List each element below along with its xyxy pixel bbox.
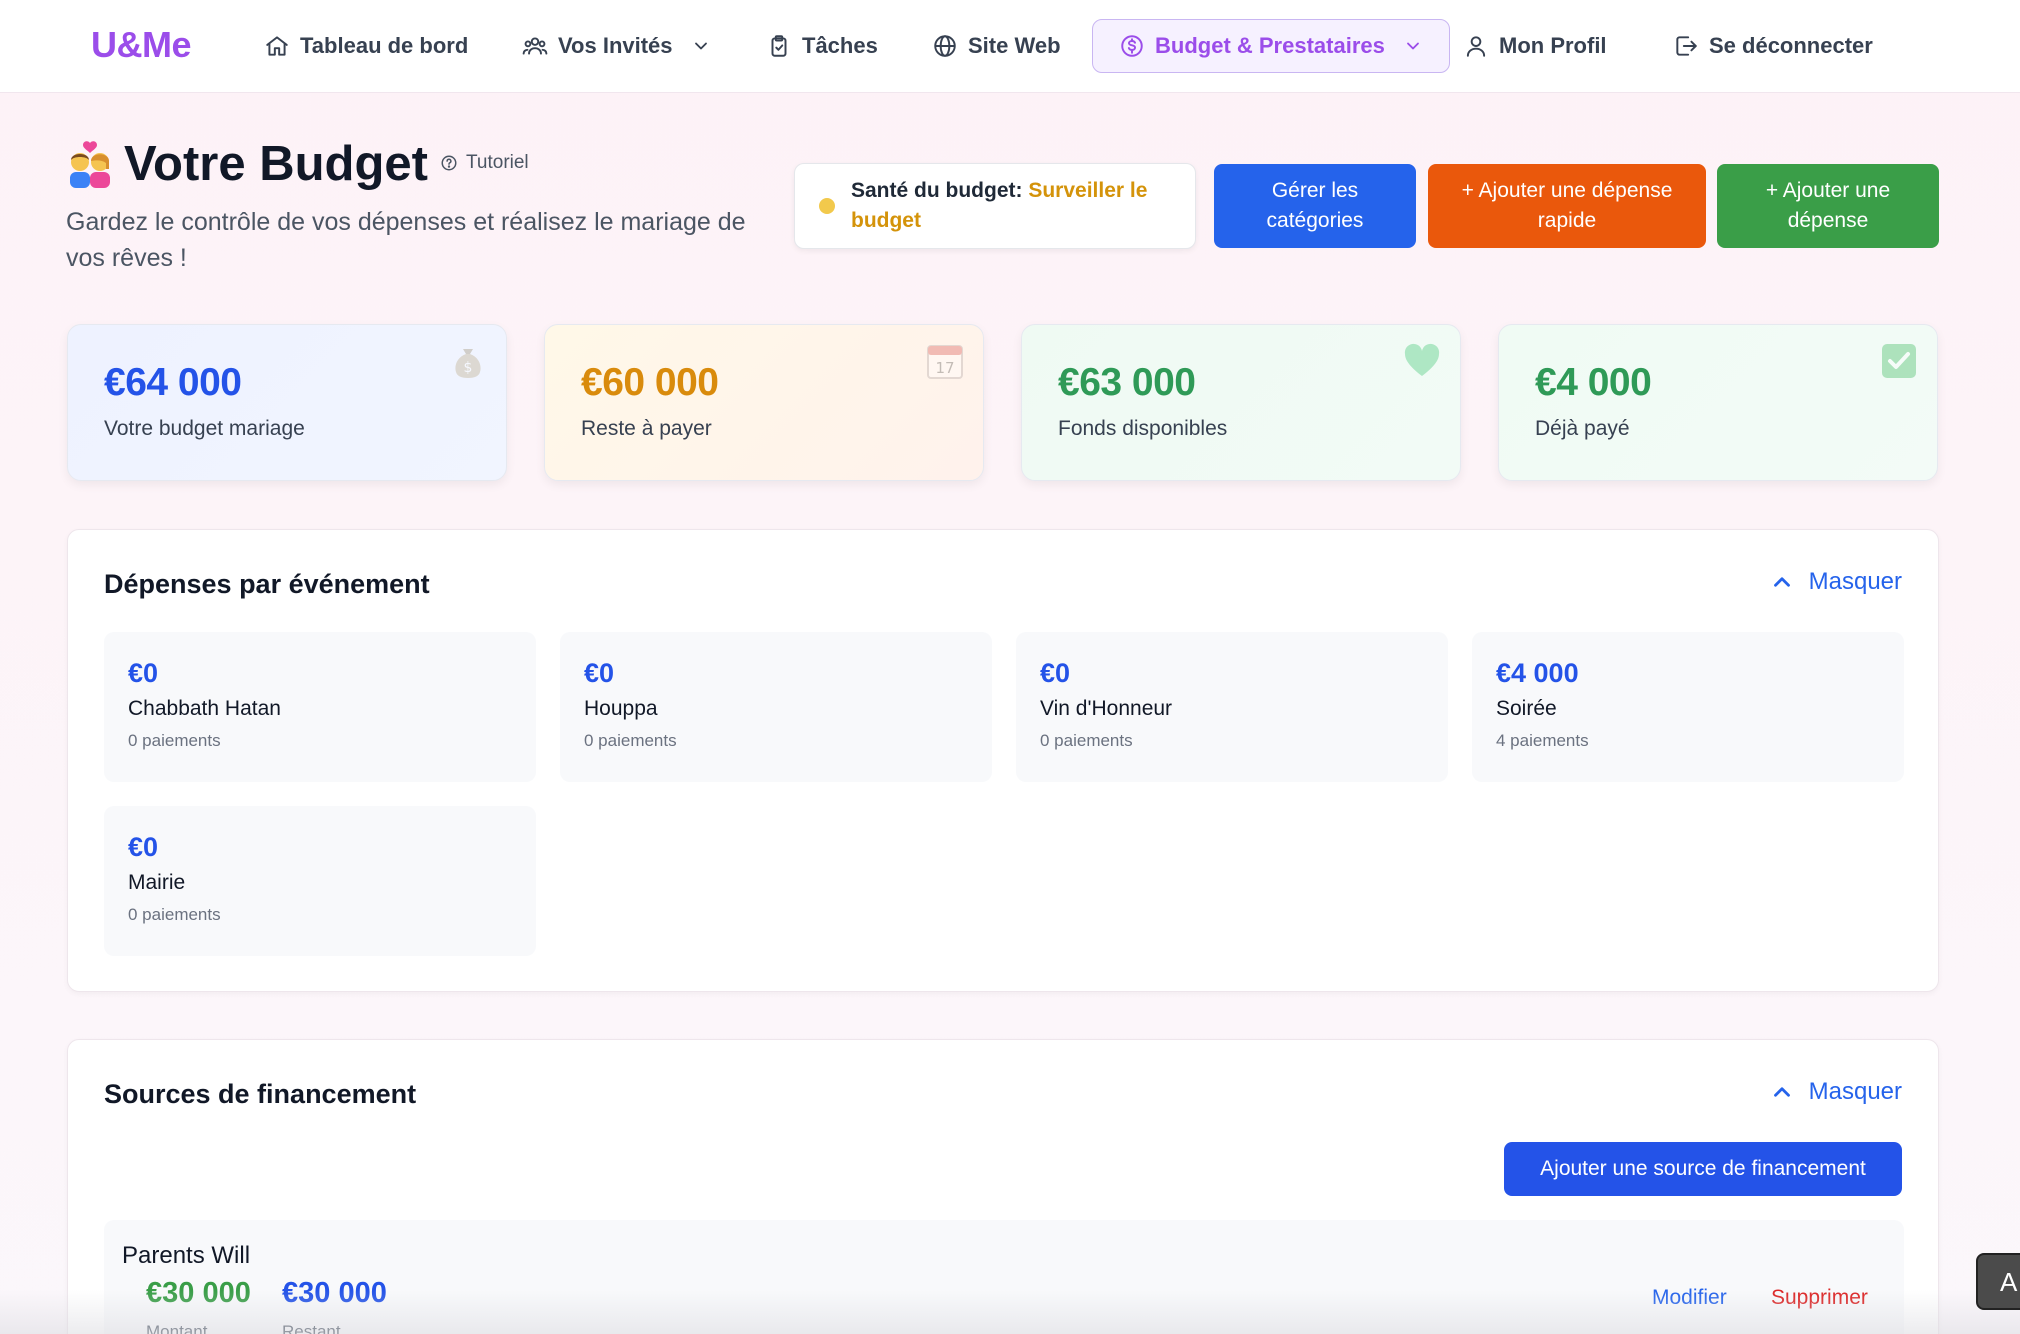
globe-icon <box>934 35 956 57</box>
nav-item-budget[interactable]: Budget & Prestataires <box>1092 19 1450 73</box>
chevron-up-icon <box>1773 1087 1790 1097</box>
delete-source-link[interactable]: Supprimer <box>1771 1286 1868 1310</box>
event-payment-count: 0 paiements <box>1040 731 1133 750</box>
event-card[interactable]: €0 Mairie 0 paiements <box>104 806 536 956</box>
stat-label: Fonds disponibles <box>1058 417 1228 440</box>
stat-card-paid: €4 000 Déjà payé <box>1498 324 1938 481</box>
nav-item-guests[interactable]: Vos Invités <box>522 18 711 74</box>
nav-item-website[interactable]: Site Web <box>932 18 1061 74</box>
hide-events-toggle[interactable]: Masquer <box>1769 568 1902 596</box>
event-payment-count: 0 paiements <box>584 731 677 750</box>
top-navigation: U&Me Tableau de bord Vos Invités Tâches … <box>0 0 2020 93</box>
source-remaining: €30 000 <box>282 1277 387 1309</box>
page-subtitle: Gardez le contrôle de vos dépenses et ré… <box>66 208 746 272</box>
source-remaining-label: Restant <box>282 1322 341 1334</box>
heart-icon <box>1404 343 1440 376</box>
tutorial-label: Tutoriel <box>466 152 529 173</box>
event-name: Houppa <box>584 697 658 720</box>
event-payment-count: 0 paiements <box>128 731 221 750</box>
logout-icon <box>1676 36 1697 56</box>
event-amount: €0 <box>128 658 159 688</box>
status-dot-icon <box>819 198 835 214</box>
nav-item-label: Tableau de bord <box>300 33 469 58</box>
nav-item-label: Mon Profil <box>1499 33 1607 58</box>
stat-value: €4 000 <box>1535 361 1652 404</box>
app-logo[interactable]: U&Me <box>91 24 192 66</box>
nav-item-label: Site Web <box>968 33 1061 58</box>
stat-label: Votre budget mariage <box>104 417 305 440</box>
chevron-down-icon <box>694 42 707 50</box>
stat-card-budget: €64 000 Votre budget mariage $ <box>67 324 507 481</box>
nav-item-label: Se déconnecter <box>1709 33 1873 58</box>
svg-text:$: $ <box>464 360 473 376</box>
chevron-down-icon <box>1406 42 1419 50</box>
couple-heart-icon <box>66 140 114 188</box>
add-expense-button[interactable]: + Ajouter une dépense <box>1717 164 1939 248</box>
event-payment-count: 0 paiements <box>128 905 221 924</box>
chevron-up-icon <box>1773 577 1790 587</box>
event-card[interactable]: €0 Chabbath Hatan 0 paiements <box>104 632 536 782</box>
add-funding-source-button[interactable]: Ajouter une source de financement <box>1504 1142 1902 1196</box>
home-icon <box>266 36 288 56</box>
event-card[interactable]: €4 000 Soirée 4 paiements <box>1472 632 1904 782</box>
dollar-circle-icon <box>1121 35 1143 57</box>
nav-item-dashboard[interactable]: Tableau de bord <box>264 18 468 74</box>
page-title-text: Votre Budget <box>124 137 428 191</box>
toggle-label: Masquer <box>1808 1078 1902 1105</box>
hide-funding-toggle[interactable]: Masquer <box>1769 1078 1902 1106</box>
expenses-by-event-panel: Dépenses par événement Masquer €0 Chabba… <box>67 529 1939 992</box>
nav-item-label: Tâches <box>802 33 878 58</box>
stat-card-available-funds: €63 000 Fonds disponibles <box>1021 324 1461 481</box>
add-quick-expense-button[interactable]: + Ajouter une dépense rapide <box>1428 164 1706 248</box>
event-name: Chabbath Hatan <box>128 697 281 720</box>
event-amount: €4 000 <box>1496 658 1579 688</box>
manage-categories-button[interactable]: Gérer les catégories <box>1214 164 1416 248</box>
stat-value: €64 000 <box>104 361 242 404</box>
source-amount: €30 000 <box>146 1277 251 1309</box>
health-text: Santé du budget: Surveiller le budget <box>851 176 1171 236</box>
nav-item-profile[interactable]: Mon Profil <box>1463 18 1607 74</box>
nav-item-logout[interactable]: Se déconnecter <box>1673 18 1873 74</box>
source-amount-label: Montant <box>146 1322 208 1334</box>
stat-value: €60 000 <box>581 361 719 404</box>
budget-health-indicator: Santé du budget: Surveiller le budget <box>794 163 1196 249</box>
tutorial-link[interactable]: Tutoriel <box>440 152 529 174</box>
event-name: Soirée <box>1496 697 1557 720</box>
nav-item-label: Budget & Prestataires <box>1155 33 1385 58</box>
event-payment-count: 4 paiements <box>1496 731 1589 750</box>
stat-label: Reste à payer <box>581 417 712 440</box>
help-circle-icon <box>441 155 457 171</box>
panel-title: Sources de financement <box>104 1079 417 1109</box>
health-label: Santé du budget: <box>851 179 1023 202</box>
nav-item-label: Vos Invités <box>558 33 673 58</box>
event-amount: €0 <box>584 658 615 688</box>
stat-card-remaining: €60 000 Reste à payer 17 <box>544 324 984 481</box>
stat-label: Déjà payé <box>1535 417 1630 440</box>
money-bag-icon: $ <box>455 349 481 378</box>
panel-title: Dépenses par événement <box>104 569 430 599</box>
event-amount: €0 <box>128 832 159 862</box>
event-card[interactable]: €0 Houppa 0 paiements <box>560 632 992 782</box>
event-amount: €0 <box>1040 658 1071 688</box>
event-card[interactable]: €0 Vin d'Honneur 0 paiements <box>1016 632 1448 782</box>
page-title: Votre Budget <box>66 136 428 192</box>
svg-text:17: 17 <box>935 359 954 377</box>
edit-source-link[interactable]: Modifier <box>1652 1286 1727 1310</box>
check-box-icon <box>1882 344 1916 378</box>
toggle-label: Masquer <box>1808 568 1902 595</box>
user-icon <box>1466 36 1486 57</box>
event-name: Vin d'Honneur <box>1040 697 1173 720</box>
nav-item-tasks[interactable]: Tâches <box>766 18 878 74</box>
calendar-icon: 17 <box>927 345 963 379</box>
source-name: Parents Will <box>122 1242 251 1269</box>
funding-source-row: Parents Will €30 000 Montant €30 000 Res… <box>104 1220 1904 1334</box>
floating-widget-tab[interactable]: A <box>1976 1253 2020 1310</box>
users-icon <box>522 37 548 55</box>
funding-sources-panel: Sources de financement Masquer Ajouter u… <box>67 1039 1939 1334</box>
clipboard-icon <box>771 35 787 57</box>
stat-value: €63 000 <box>1058 361 1196 404</box>
event-name: Mairie <box>128 871 186 894</box>
